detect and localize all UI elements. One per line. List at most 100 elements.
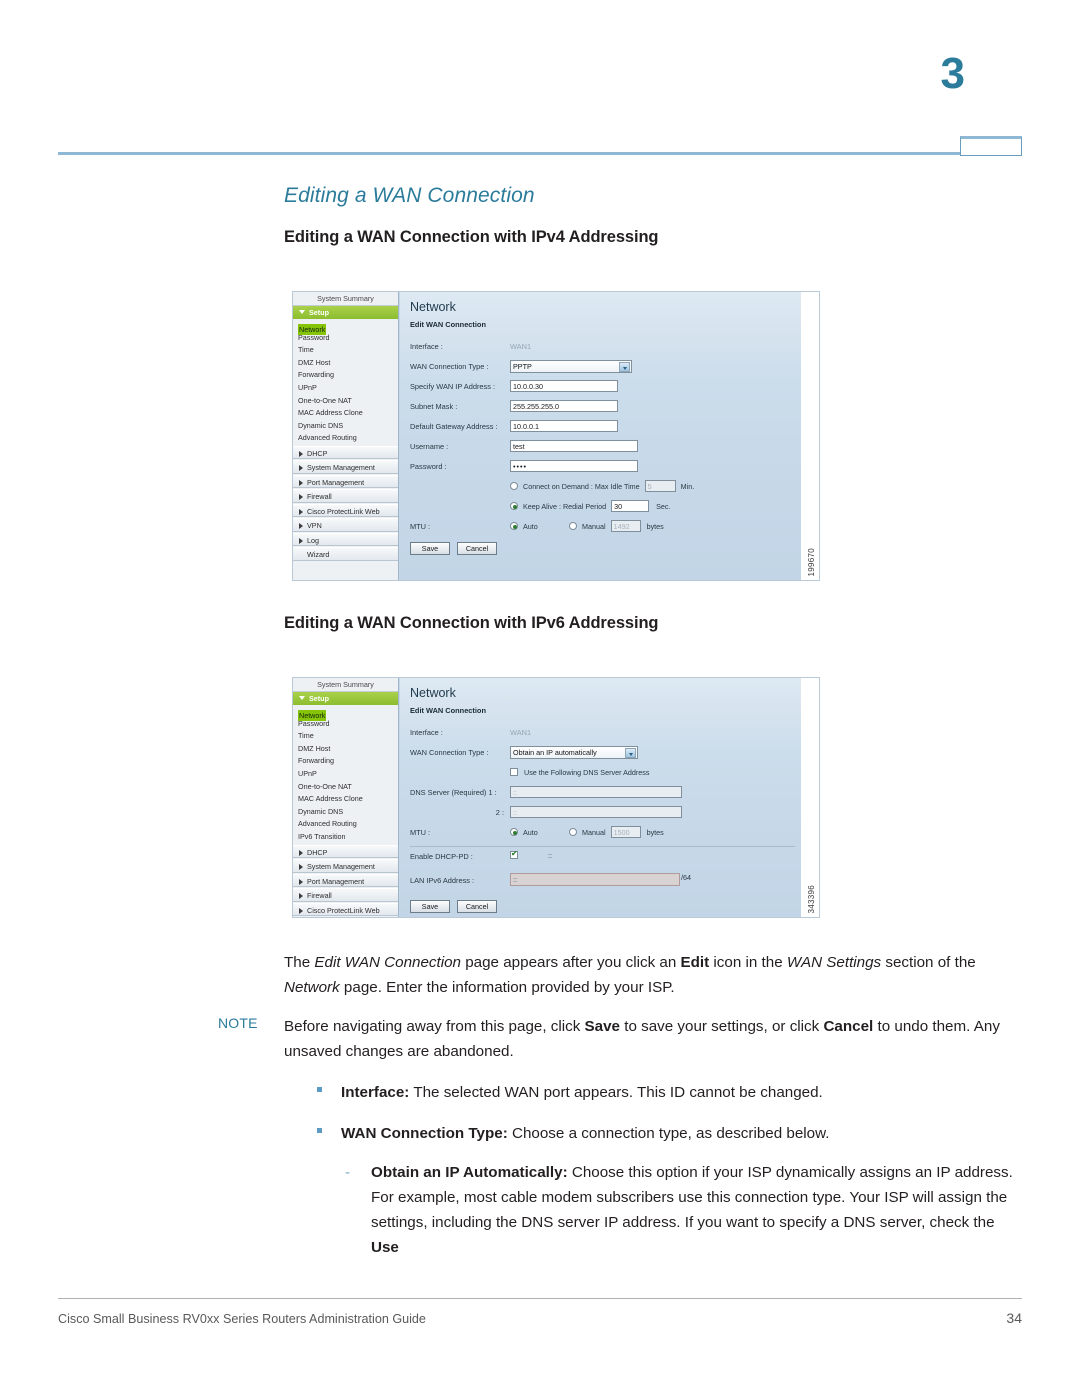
sidebar-item-time[interactable]: Time: [293, 730, 398, 743]
mtu-manual-radio[interactable]: [569, 522, 577, 530]
chevron-down-icon[interactable]: [619, 361, 630, 372]
footer-page-number: 34: [1006, 1310, 1022, 1326]
chevron-right-icon: [299, 849, 303, 856]
sidebar-group-port-management-label: Port Management: [307, 477, 365, 487]
sidebar-group-firewall[interactable]: Firewall: [293, 489, 398, 503]
figure-id-ipv6: 343396: [807, 884, 816, 914]
sidebar-item-system-summary[interactable]: System Summary: [293, 292, 398, 306]
username-label: Username :: [410, 441, 449, 451]
row-buttons: Save Cancel: [410, 895, 795, 917]
wan-ip-input[interactable]: 10.0.0.30: [510, 380, 618, 392]
mtu-manual-input[interactable]: 1492: [610, 520, 641, 532]
max-idle-time-input[interactable]: 5: [644, 480, 676, 492]
subnet-mask-input[interactable]: 255.255.255.0: [510, 400, 618, 412]
sidebar-group-log[interactable]: Log: [293, 532, 398, 547]
dns1-label: DNS Server (Required) 1 :: [410, 787, 497, 797]
sidebar-item-forwarding[interactable]: Forwarding: [293, 755, 398, 768]
mtu-auto-radio[interactable]: [510, 522, 518, 530]
sidebar-group-port-management[interactable]: Port Management: [293, 474, 398, 489]
row-interface: Interface : WAN1: [410, 336, 795, 356]
note-label: NOTE: [218, 1015, 258, 1031]
sidebar-group-cisco-protectlink-web[interactable]: Cisco ProtectLink Web: [293, 902, 398, 917]
sidebar-item-upnp[interactable]: UPnP: [293, 381, 398, 395]
footer-document-title: Cisco Small Business RV0xx Series Router…: [58, 1312, 426, 1326]
mtu-manual-label: Manual: [582, 521, 606, 531]
sidebar-item-one-to-one-nat[interactable]: One-to-One NAT: [293, 394, 398, 408]
sidebar-group-dhcp[interactable]: DHCP: [293, 844, 398, 859]
interface-label: Interface :: [410, 727, 443, 737]
figure-id-ipv4: 199670: [807, 547, 816, 577]
keep-alive-radio[interactable]: [510, 502, 518, 510]
row-keep-alive: Keep Alive : Redial Period 30 Sec.: [410, 496, 795, 516]
save-button[interactable]: Save: [410, 541, 450, 555]
lan-ipv6-input[interactable]: ::: [510, 873, 680, 886]
dns2-input[interactable]: ::: [510, 806, 682, 818]
router-panel-ipv4: Network Edit WAN Connection Interface : …: [400, 292, 819, 580]
sidebar-item-upnp[interactable]: UPnP: [293, 767, 398, 781]
sidebar-item-password[interactable]: Password: [293, 717, 398, 731]
sidebar-item-time[interactable]: Time: [293, 344, 398, 357]
note-paragraph: Before navigating away from this page, c…: [284, 1018, 1000, 1060]
sidebar-item-dmz-host[interactable]: DMZ Host: [293, 742, 398, 756]
redial-period-input[interactable]: 30: [611, 500, 650, 512]
username-input[interactable]: test: [510, 440, 638, 452]
mtu-label: MTU :: [410, 827, 431, 837]
bullet-marker-icon: [317, 1128, 322, 1133]
sidebar-item-mac-address-clone[interactable]: MAC Address Clone: [293, 407, 398, 420]
sidebar-item-mac-address-clone[interactable]: MAC Address Clone: [293, 793, 398, 806]
row-wan-connection-type: WAN Connection Type : PPTP: [410, 356, 795, 376]
sidebar-group-system-management[interactable]: System Management: [293, 859, 398, 873]
sidebar-item-system-summary[interactable]: System Summary: [293, 678, 398, 692]
connect-on-demand-radio[interactable]: [510, 482, 518, 490]
sidebar-group-cisco-protectlink-web[interactable]: Cisco ProtectLink Web: [293, 503, 398, 518]
heading-ipv4: Editing a WAN Connection with IPv4 Addre…: [284, 228, 659, 246]
sidebar-item-wizard[interactable]: Wizard: [293, 547, 398, 561]
sidebar-item-one-to-one-nat[interactable]: One-to-One NAT: [293, 780, 398, 794]
password-input[interactable]: ••••: [510, 460, 638, 472]
sidebar-group-setup[interactable]: Setup: [293, 306, 398, 319]
page-title: Editing a WAN Connection: [284, 184, 535, 207]
dns1-input[interactable]: ::: [510, 786, 682, 798]
sidebar-group-dhcp[interactable]: DHCP: [293, 445, 398, 460]
header-rule: [58, 152, 961, 155]
cancel-button[interactable]: Cancel: [457, 541, 497, 555]
sidebar-item-dmz-host[interactable]: DMZ Host: [293, 356, 398, 370]
sidebar-item-network[interactable]: Network: [293, 319, 398, 335]
sidebar-group-firewall-label: Firewall: [307, 492, 332, 502]
wan-connection-type-select[interactable]: PPTP: [510, 359, 632, 373]
sidebar-group-vpn[interactable]: VPN: [293, 518, 398, 532]
sidebar-group-cisco-protectlink-web-label: Cisco ProtectLink Web: [307, 506, 380, 516]
sidebar-item-advanced-routing[interactable]: Advanced Routing: [293, 432, 398, 445]
dash-marker-icon: -: [345, 1164, 350, 1181]
sidebar-group-vpn-label: VPN: [307, 521, 322, 531]
row-wan-connection-type: WAN Connection Type : Obtain an IP autom…: [410, 742, 795, 762]
bullet-marker-icon: [317, 1087, 322, 1092]
row-mtu: MTU : Auto Manual 1492 bytes: [410, 516, 795, 536]
sidebar-item-advanced-routing[interactable]: Advanced Routing: [293, 818, 398, 831]
sidebar-group-cisco-protectlink-web-label: Cisco ProtectLink Web: [307, 905, 380, 915]
dns2-label: 2 :: [495, 807, 504, 817]
mtu-manual-input[interactable]: 1500: [610, 826, 641, 838]
sidebar-item-password[interactable]: Password: [293, 331, 398, 345]
use-dns-checkbox[interactable]: [510, 768, 518, 776]
cancel-button[interactable]: Cancel: [457, 899, 497, 913]
sidebar-group-port-management[interactable]: Port Management: [293, 873, 398, 888]
row-interface: Interface : WAN1: [410, 722, 795, 742]
subnet-mask-label: Subnet Mask :: [410, 401, 458, 411]
sidebar-group-firewall[interactable]: Firewall: [293, 888, 398, 902]
mtu-manual-radio[interactable]: [569, 828, 577, 836]
sidebar-group-setup[interactable]: Setup: [293, 692, 398, 705]
sidebar-item-dynamic-dns[interactable]: Dynamic DNS: [293, 419, 398, 433]
sidebar-item-network[interactable]: Network: [293, 705, 398, 721]
enable-dhcppd-checkbox[interactable]: [510, 849, 518, 859]
mtu-auto-radio[interactable]: [510, 828, 518, 836]
sidebar-item-dynamic-dns[interactable]: Dynamic DNS: [293, 805, 398, 819]
chevron-down-icon[interactable]: [625, 747, 636, 758]
sidebar-item-forwarding[interactable]: Forwarding: [293, 369, 398, 382]
sidebar-item-ipv6-transition[interactable]: IPv6 Transition: [293, 830, 398, 844]
wan-connection-type-select[interactable]: Obtain an IP automatically: [510, 745, 638, 759]
sidebar-group-system-management[interactable]: System Management: [293, 460, 398, 474]
default-gateway-input[interactable]: 10.0.0.1: [510, 420, 618, 432]
mtu-manual-label: Manual: [582, 827, 606, 837]
save-button[interactable]: Save: [410, 899, 450, 913]
